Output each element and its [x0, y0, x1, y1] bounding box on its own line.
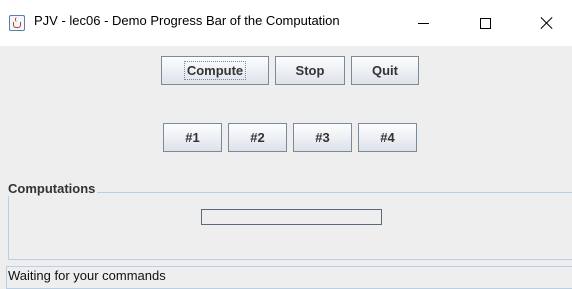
maximize-button[interactable] [462, 0, 508, 46]
stop-button[interactable]: Stop [275, 56, 345, 85]
java-icon[interactable] [9, 15, 25, 31]
minimize-icon [417, 22, 429, 24]
title-bar: PJV - lec06 - Demo Progress Bar of the C… [0, 0, 572, 46]
close-button[interactable] [524, 0, 570, 46]
status-text: Waiting for your commands [8, 268, 166, 283]
window-title: PJV - lec06 - Demo Progress Bar of the C… [34, 13, 340, 28]
computations-group [8, 192, 572, 260]
progress-bar [201, 209, 382, 225]
compute-button[interactable]: Compute [161, 56, 269, 85]
compute-label: Compute [183, 61, 247, 80]
quit-button[interactable]: Quit [351, 56, 419, 85]
main-panel: Compute Stop Quit #1 #2 #3 #4 Computatio… [0, 46, 572, 289]
computations-title: Computations [6, 181, 98, 196]
minimize-button[interactable] [400, 0, 446, 46]
close-icon [540, 16, 554, 30]
thread-1-button[interactable]: #1 [163, 123, 222, 152]
thread-3-button[interactable]: #3 [293, 123, 352, 152]
thread-4-button[interactable]: #4 [358, 123, 417, 152]
thread-2-button[interactable]: #2 [228, 123, 287, 152]
maximize-icon [479, 17, 491, 29]
